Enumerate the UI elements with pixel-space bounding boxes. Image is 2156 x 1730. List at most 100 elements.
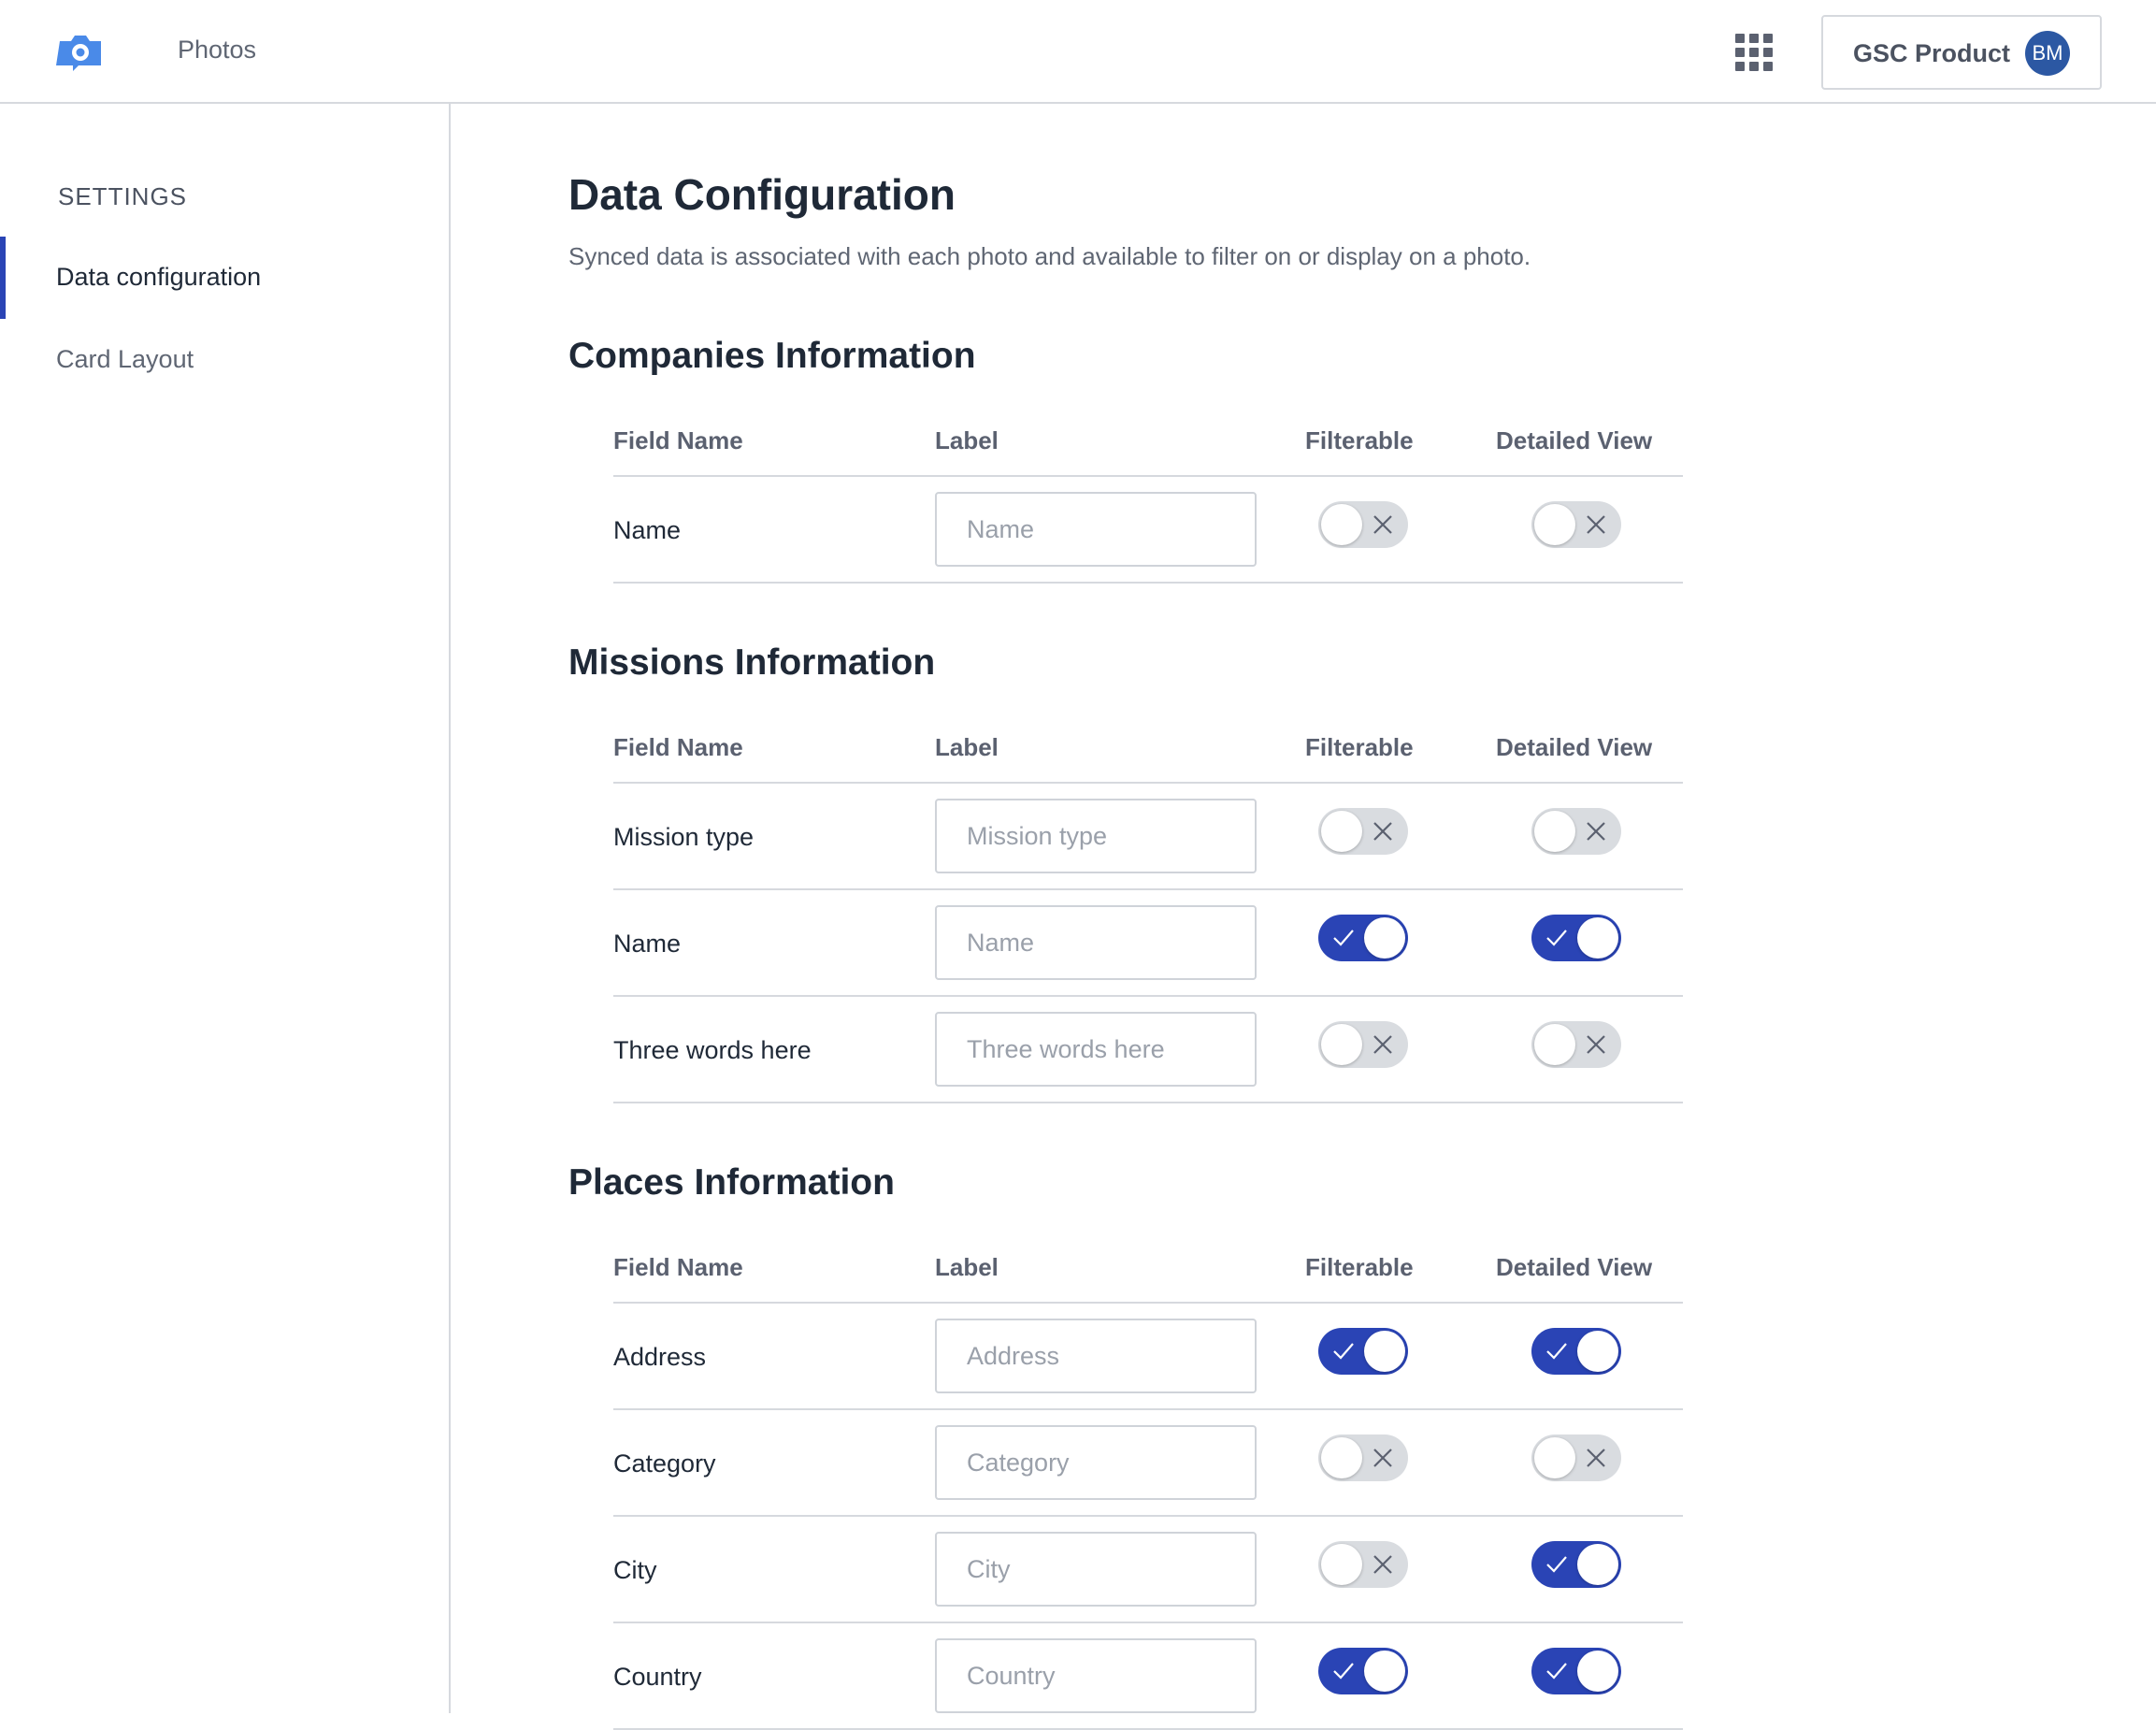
field-name: Name	[613, 930, 682, 958]
toggle-knob	[1577, 1651, 1618, 1692]
column-header-label: Label	[935, 733, 999, 761]
table-header: Field Name Label Filterable Detailed View	[613, 1242, 1683, 1304]
main-content: Data Configuration Synced data is associ…	[453, 104, 2156, 1730]
toggle-knob	[1364, 917, 1405, 959]
filterable-toggle-three-words-here[interactable]	[1318, 1021, 1408, 1068]
filterable-toggle-address[interactable]	[1318, 1328, 1408, 1375]
toggle-knob	[1321, 1544, 1362, 1585]
label-input-country[interactable]	[935, 1638, 1257, 1713]
label-input-name[interactable]	[935, 492, 1257, 567]
avatar: BM	[2025, 31, 2070, 76]
detailed-view-toggle-address[interactable]	[1531, 1328, 1621, 1375]
filterable-toggle-mission-type[interactable]	[1318, 808, 1408, 855]
column-header-filterable: Filterable	[1305, 733, 1414, 761]
toggle-knob	[1577, 1544, 1618, 1585]
sidebar-item-label: Card Layout	[56, 345, 194, 373]
detailed-view-toggle-three-words-here[interactable]	[1531, 1021, 1621, 1068]
filterable-toggle-category[interactable]	[1318, 1434, 1408, 1481]
check-icon	[1333, 1663, 1354, 1680]
x-icon	[1373, 822, 1392, 841]
column-header-detailed-view: Detailed View	[1496, 733, 1653, 761]
field-name: Name	[613, 516, 682, 544]
camera-icon[interactable]	[56, 28, 105, 77]
toggle-knob	[1321, 504, 1362, 545]
table-row: Name	[613, 890, 1683, 997]
column-header-filterable: Filterable	[1305, 1253, 1414, 1281]
x-icon	[1373, 1555, 1392, 1574]
detailed-view-toggle-city[interactable]	[1531, 1541, 1621, 1588]
section-title-missions: Missions Information	[568, 642, 936, 683]
account-button[interactable]: GSC Product BM	[1821, 15, 2102, 90]
x-icon	[1587, 1035, 1605, 1054]
places-table: Field Name Label Filterable Detailed View Ad…	[613, 1242, 1683, 1730]
detailed-view-toggle-mission-type[interactable]	[1531, 808, 1621, 855]
toggle-knob	[1364, 1651, 1405, 1692]
sidebar-item-data-configuration[interactable]: Data configuration	[0, 237, 449, 319]
x-icon	[1587, 515, 1605, 534]
check-icon	[1546, 1343, 1567, 1360]
toggle-knob	[1577, 917, 1618, 959]
section-title-companies: Companies Information	[568, 336, 976, 376]
section-title-places: Places Information	[568, 1162, 895, 1203]
sidebar: SETTINGS Data configuration Card Layout	[0, 104, 451, 1713]
label-input-category[interactable]	[935, 1425, 1257, 1500]
check-icon	[1546, 1556, 1567, 1573]
column-header-label: Label	[935, 426, 999, 454]
toggle-knob	[1534, 1024, 1575, 1065]
label-input-mission-type[interactable]	[935, 799, 1257, 873]
toggle-knob	[1577, 1331, 1618, 1372]
column-header-field-name: Field Name	[613, 733, 743, 761]
label-input-address[interactable]	[935, 1319, 1257, 1393]
table-row: Country	[613, 1623, 1683, 1730]
companies-table: Field Name Label Filterable Detailed View Na…	[613, 415, 1683, 584]
app-name: Photos	[178, 36, 257, 64]
column-header-field-name: Field Name	[613, 1253, 743, 1281]
toggle-knob	[1321, 811, 1362, 852]
field-name: Three words here	[613, 1036, 812, 1064]
table-row: Name	[613, 477, 1683, 584]
filterable-toggle-city[interactable]	[1318, 1541, 1408, 1588]
field-name: Category	[613, 1449, 716, 1478]
toggle-knob	[1534, 504, 1575, 545]
filterable-toggle-name[interactable]	[1318, 915, 1408, 961]
field-name: Address	[613, 1343, 707, 1371]
table-row: Mission type	[613, 784, 1683, 890]
sidebar-item-card-layout[interactable]: Card Layout	[0, 319, 449, 401]
page-description: Synced data is associated with each phot…	[568, 242, 1531, 270]
detailed-view-toggle-name[interactable]	[1531, 915, 1621, 961]
field-name: Mission type	[613, 823, 755, 851]
detailed-view-toggle-name[interactable]	[1531, 501, 1621, 548]
table-row: Three words here	[613, 997, 1683, 1103]
x-icon	[1373, 1449, 1392, 1467]
apps-grid-icon[interactable]	[1735, 34, 1773, 71]
column-header-detailed-view: Detailed View	[1496, 426, 1653, 454]
filterable-toggle-name[interactable]	[1318, 501, 1408, 548]
column-header-detailed-view: Detailed View	[1496, 1253, 1653, 1281]
table-row: City	[613, 1517, 1683, 1623]
field-name: Country	[613, 1663, 702, 1691]
toggle-knob	[1534, 811, 1575, 852]
table-row: Category	[613, 1410, 1683, 1517]
table-row: Address	[613, 1304, 1683, 1410]
detailed-view-toggle-country[interactable]	[1531, 1648, 1621, 1694]
top-bar: Photos GSC Product BM	[0, 0, 2156, 104]
label-input-name[interactable]	[935, 905, 1257, 980]
toggle-knob	[1534, 1437, 1575, 1478]
label-input-city[interactable]	[935, 1532, 1257, 1607]
toggle-knob	[1364, 1331, 1405, 1372]
check-icon	[1333, 930, 1354, 946]
label-input-three-words-here[interactable]	[935, 1012, 1257, 1087]
field-name: City	[613, 1556, 657, 1584]
missions-table: Field Name Label Filterable Detailed View Mi…	[613, 722, 1683, 1103]
column-header-label: Label	[935, 1253, 999, 1281]
column-header-field-name: Field Name	[613, 426, 743, 454]
toggle-knob	[1321, 1437, 1362, 1478]
x-icon	[1587, 1449, 1605, 1467]
page-title: Data Configuration	[568, 170, 956, 219]
check-icon	[1333, 1343, 1354, 1360]
x-icon	[1373, 1035, 1392, 1054]
filterable-toggle-country[interactable]	[1318, 1648, 1408, 1694]
check-icon	[1546, 930, 1567, 946]
x-icon	[1373, 515, 1392, 534]
detailed-view-toggle-category[interactable]	[1531, 1434, 1621, 1481]
